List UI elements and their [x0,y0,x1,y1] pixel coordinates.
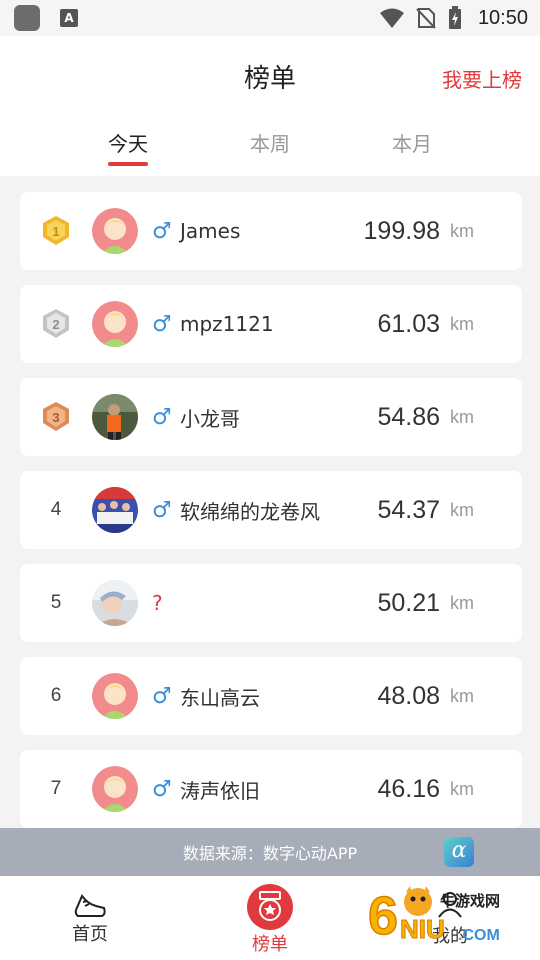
distance-unit: km [450,220,474,241]
leaderboard-row[interactable]: 5 ? 50.21 km [20,564,522,642]
keyboard-icon: A [60,9,78,27]
watermark-logo: 6 牛游戏网 NIU .COM [367,885,500,947]
tab-label: 本月 [392,132,432,156]
distance-unit: km [450,313,474,334]
app-icon [14,5,40,31]
leaderboard-row[interactable]: 2 ♂ mpz1121 61.03 km [20,285,522,363]
watermark-letters: NIU [400,914,445,944]
watermark-brand: 牛游戏网 [440,892,500,910]
avatar-photo[interactable] [92,580,138,626]
leaderboard-row[interactable]: 7 ♂ 涛声依旧 46.16 km [20,750,522,828]
gold-medal-icon: 1 [43,216,69,245]
tab-label: 今天 [108,132,148,156]
site-watermark: 6 牛游戏网 NIU .COM [367,882,518,952]
avatar[interactable] [92,766,138,812]
medal-rank: 2 [52,317,59,332]
avatar-photo[interactable] [92,487,138,533]
nav-home[interactable]: 首页 [30,876,150,960]
rank-cell: 6 [20,685,92,707]
distance-unit: km [450,685,474,706]
medal-rank: 3 [52,410,59,425]
active-tab-indicator [108,162,148,166]
medal-rank: 1 [52,224,59,239]
data-source-text: 数据来源：数字心动APP [182,844,358,863]
distance-unit: km [450,406,474,427]
leaderboard-list: 1 ♂ James 199.98 km 2 ♂ mpz1121 61.03 km [20,192,522,843]
avatar[interactable] [92,673,138,719]
rank-number: 5 [50,592,62,613]
wifi-icon [379,8,404,28]
data-source-banner: 数据来源：数字心动APP α [0,828,540,876]
leaderboard-row[interactable]: 1 ♂ James 199.98 km [20,192,522,270]
distance-value: 50.21 [377,588,440,617]
leaderboard-row[interactable]: 3 ♂ 小龙哥 54.86 km [20,378,522,456]
battery-charging-icon [448,6,461,29]
distance-unit: km [450,499,474,520]
join-leaderboard-button[interactable]: 我要上榜 [442,64,522,93]
leaderboard-row[interactable]: 4 ♂ 软绵绵的龙卷风 54.37 km [20,471,522,549]
tab-week[interactable]: 本周 [230,128,310,157]
rank-cell: 2 [20,308,92,340]
distance-unit: km [450,778,474,799]
avatar[interactable] [92,301,138,347]
male-icon: ♂ [152,218,172,244]
rank-cell: 1 [20,215,92,247]
distance-value: 61.03 [377,309,440,338]
watermark-digit: 6 [368,886,398,946]
rank-cell: 7 [20,778,92,800]
avatar[interactable] [92,208,138,254]
nav-label: 首页 [72,924,108,945]
rank-cell: 3 [20,401,92,433]
male-icon: ♂ [152,404,172,430]
app-logo-icon: α [444,837,474,867]
page-header: 榜单 我要上榜 今天 本周 本月 [0,36,540,176]
bronze-medal-icon: 3 [43,402,69,431]
rank-cell: 4 [20,499,92,521]
status-bar: A 10:50 [0,0,540,36]
leaderboard-row[interactable]: 6 ♂ 东山高云 48.08 km [20,657,522,735]
distance-value: 46.16 [377,774,440,803]
rank-number: 4 [50,499,62,520]
bottom-nav: 首页 榜单 我的 6 牛游戏网 NIU .COM [0,876,540,960]
male-icon: ♂ [152,311,172,337]
rank-cell: 5 [20,592,92,614]
running-shoe-icon [74,894,106,917]
avatar-photo[interactable] [92,394,138,440]
tab-month[interactable]: 本月 [372,128,452,157]
no-sim-icon [416,8,436,29]
clock: 10:50 [477,6,528,29]
tab-label: 本周 [250,132,290,156]
distance-value: 54.37 [377,495,440,524]
medal-icon [259,891,281,921]
silver-medal-icon: 2 [43,309,69,338]
distance-value: 48.08 [377,681,440,710]
unknown-gender-icon: ? [152,591,163,615]
rank-number: 6 [50,685,62,706]
watermark-domain: .COM [458,927,500,944]
nav-label: 榜单 [252,934,288,955]
distance-value: 199.98 [363,216,440,245]
distance-value: 54.86 [377,402,440,431]
tab-today[interactable]: 今天 [88,128,168,166]
male-icon: ♂ [152,776,172,802]
nav-leaderboard[interactable]: 榜单 [210,876,330,960]
male-icon: ♂ [152,497,172,523]
distance-unit: km [450,592,474,613]
male-icon: ♂ [152,683,172,709]
rank-number: 7 [50,778,62,799]
period-tabs: 今天 本周 本月 [0,128,540,176]
